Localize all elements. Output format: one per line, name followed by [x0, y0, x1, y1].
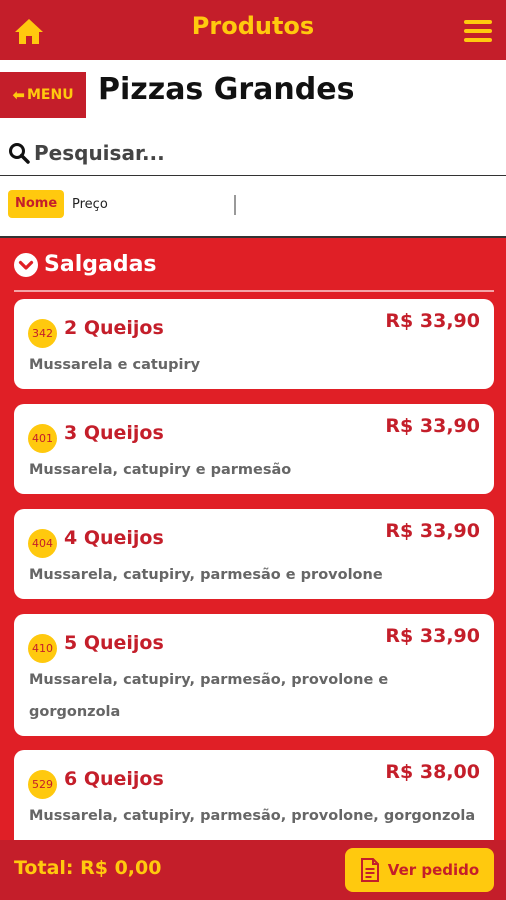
sort-by-price-button[interactable]: Preço: [72, 197, 108, 212]
hamburger-icon[interactable]: [464, 20, 492, 44]
product-code-badge: 401: [28, 424, 57, 453]
arrow-left-icon: ⬅: [12, 86, 25, 104]
order-total: Total: R$ 0,00: [14, 857, 162, 879]
sort-by-name-button[interactable]: Nome: [8, 190, 65, 218]
product-description: Mussarela, catupiry, parmesão, provolone…: [29, 808, 476, 824]
search-bar[interactable]: Pesquisar...: [0, 134, 506, 176]
product-price: R$ 33,90: [385, 310, 480, 332]
page-title: Produtos: [191, 12, 315, 40]
product-code-badge: 529: [28, 770, 57, 799]
document-icon: [360, 858, 379, 882]
menu-button-label: MENU: [26, 87, 74, 103]
sort-bar: Nome Preço: [0, 176, 506, 238]
back-to-menu-button[interactable]: ⬅ MENU: [0, 72, 86, 118]
divider: [234, 195, 236, 215]
product-card[interactable]: 529 6 Queijos R$ 38,00 Mussarela, catupi…: [14, 750, 494, 840]
product-code-badge: 410: [28, 634, 57, 663]
chevron-down-icon: [14, 252, 38, 277]
product-name: 2 Queijos: [64, 317, 164, 339]
section-header[interactable]: Salgadas: [14, 252, 157, 277]
view-order-button[interactable]: Ver pedido: [345, 848, 494, 892]
product-price: R$ 33,90: [385, 625, 480, 647]
product-name: 3 Queijos: [64, 422, 164, 444]
category-header: ⬅ MENU Pizzas Grandes Pesquisar... Nome …: [0, 60, 506, 238]
product-card[interactable]: 342 2 Queijos R$ 33,90 Mussarela e catup…: [14, 299, 494, 389]
product-card[interactable]: 410 5 Queijos R$ 33,90 Mussarela, catupi…: [14, 614, 494, 736]
view-order-label: Ver pedido: [387, 861, 480, 879]
order-footer: Total: R$ 0,00 Ver pedido: [0, 840, 506, 900]
product-name: 5 Queijos: [64, 632, 164, 654]
product-description: Mussarela, catupiry, parmesão e provolon…: [29, 567, 383, 583]
product-card[interactable]: 401 3 Queijos R$ 33,90 Mussarela, catupi…: [14, 404, 494, 494]
section-divider: [14, 290, 494, 292]
product-price: R$ 33,90: [385, 520, 480, 542]
product-name: 6 Queijos: [64, 768, 164, 790]
product-price: R$ 33,90: [385, 415, 480, 437]
search-icon: [9, 143, 30, 164]
product-price: R$ 38,00: [385, 761, 480, 783]
product-code-badge: 342: [28, 319, 57, 348]
search-input[interactable]: Pesquisar...: [34, 141, 165, 165]
product-description: Mussarela, catupiry, parmesão, provolone…: [29, 672, 389, 720]
product-code-badge: 404: [28, 529, 57, 558]
product-name: 4 Queijos: [64, 527, 164, 549]
category-title: Pizzas Grandes: [98, 72, 355, 107]
product-description: Mussarela e catupiry: [29, 357, 201, 373]
section-title: Salgadas: [44, 252, 157, 277]
product-description: Mussarela, catupiry e parmesão: [29, 462, 292, 478]
product-card[interactable]: 404 4 Queijos R$ 33,90 Mussarela, catupi…: [14, 509, 494, 599]
top-app-bar: Produtos: [0, 0, 506, 60]
